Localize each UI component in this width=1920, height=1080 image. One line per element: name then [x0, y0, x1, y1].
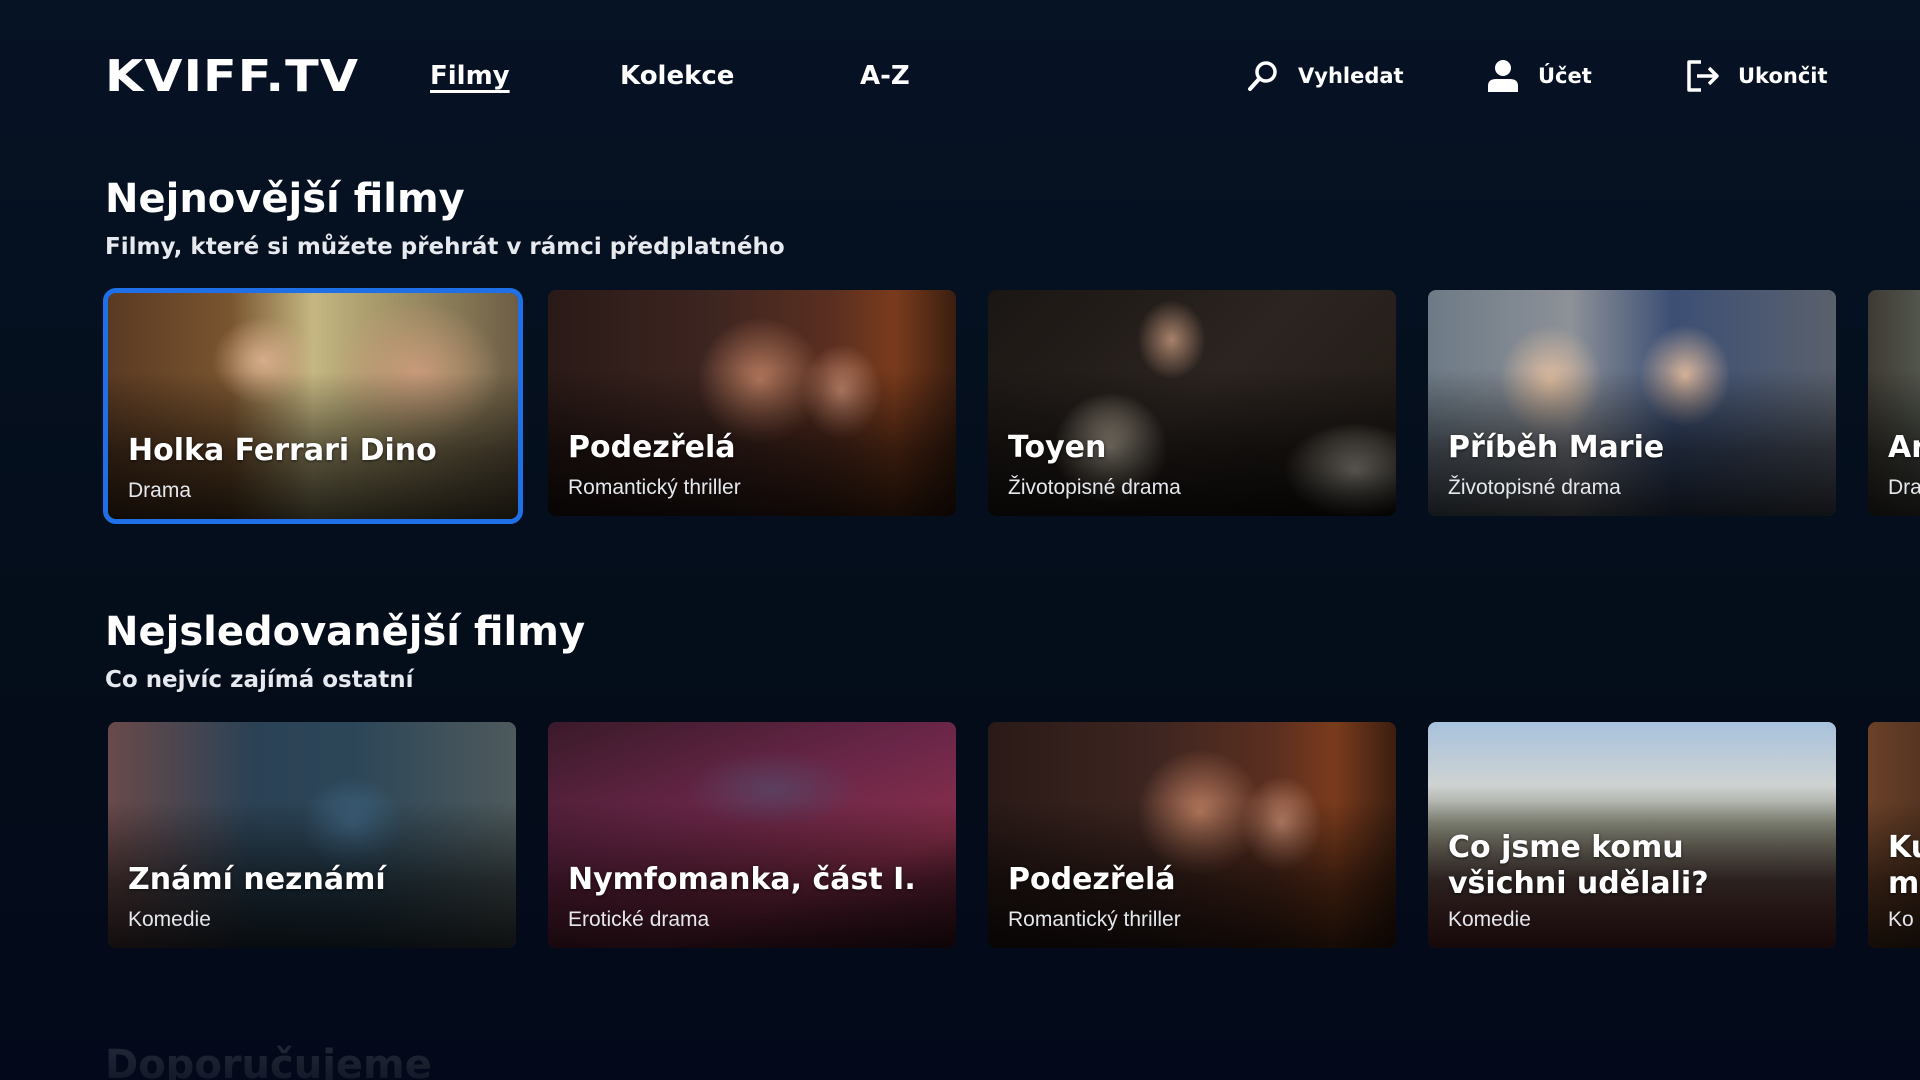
logout-label: Ukončit: [1738, 64, 1828, 88]
card-genre: Životopisné drama: [1448, 476, 1621, 499]
card-title: Toyen: [1008, 430, 1107, 465]
user-icon: [1484, 57, 1522, 95]
search-label: Vyhledat: [1298, 64, 1404, 88]
most-watched-films-row: Známí neznámí Komedie Nymfomanka, část I…: [0, 722, 1920, 954]
card-title: Ar: [1888, 430, 1920, 465]
film-card[interactable]: Podezřelá Romantický thriller: [988, 722, 1396, 948]
card-title: Holka Ferrari Dino: [128, 433, 437, 468]
newest-films-row: Holka Ferrari Dino Drama Podezřelá Roman…: [0, 288, 1920, 524]
card-genre: Ko: [1888, 908, 1914, 931]
film-card[interactable]: Holka Ferrari Dino Drama: [103, 288, 523, 524]
top-bar: KVIFF.TV Filmy Kolekce A-Z Vyhledat Účet…: [0, 0, 1920, 150]
section-subtitle-newest: Filmy, které si můžete přehrát v rámci p…: [105, 234, 785, 260]
card-genre: Romantický thriller: [568, 476, 741, 499]
card-title: Podezřelá: [1008, 862, 1176, 897]
card-genre: Životopisné drama: [1008, 476, 1181, 499]
card-genre: Romantický thriller: [1008, 908, 1181, 931]
search-icon: [1244, 57, 1282, 95]
card-title: Nymfomanka, část I.: [568, 862, 916, 897]
section-title-newest: Nejnovější filmy: [105, 176, 465, 222]
nav-item-kolekce[interactable]: Kolekce: [620, 58, 734, 94]
card-genre: Erotické drama: [568, 908, 710, 931]
card-title: Co jsme komu všichni udělali?: [1448, 830, 1709, 901]
film-card[interactable]: Toyen Životopisné drama: [988, 290, 1396, 516]
card-title: Známí neznámí: [128, 862, 386, 897]
film-card[interactable]: Nymfomanka, část I. Erotické drama: [548, 722, 956, 948]
app-root: KVIFF.TV Filmy Kolekce A-Z Vyhledat Účet…: [0, 0, 1920, 1080]
card-title: Ku m: [1888, 830, 1920, 901]
card-title: Příběh Marie: [1448, 430, 1665, 465]
film-card-partial[interactable]: Ku m Ko: [1868, 722, 1920, 948]
kviff-tv-logo[interactable]: KVIFF.TV: [105, 50, 359, 104]
card-genre: Komedie: [1448, 908, 1531, 931]
film-card[interactable]: Příběh Marie Životopisné drama: [1428, 290, 1836, 516]
logout-button[interactable]: Ukončit: [1684, 54, 1828, 98]
film-card[interactable]: Známí neznámí Komedie: [108, 722, 516, 948]
nav-item-a-z[interactable]: A-Z: [860, 58, 910, 94]
logout-icon: [1684, 57, 1722, 95]
nav-item-filmy[interactable]: Filmy: [430, 58, 510, 94]
account-label: Účet: [1538, 64, 1592, 88]
search-button[interactable]: Vyhledat: [1244, 54, 1404, 98]
section-title-most-watched: Nejsledovanější filmy: [105, 609, 586, 655]
film-card[interactable]: Podezřelá Romantický thriller: [548, 290, 956, 516]
film-card[interactable]: Co jsme komu všichni udělali? Komedie: [1428, 722, 1836, 948]
card-genre: Komedie: [128, 908, 211, 931]
section-subtitle-most-watched: Co nejvíc zajímá ostatní: [105, 667, 414, 693]
section-title-recommended: Doporučujeme: [105, 1042, 432, 1080]
film-card-partial[interactable]: Ar Dra: [1868, 290, 1920, 516]
card-genre: Drama: [128, 479, 192, 502]
account-button[interactable]: Účet: [1484, 54, 1592, 98]
card-genre: Dra: [1888, 476, 1920, 499]
card-title: Podezřelá: [568, 430, 736, 465]
